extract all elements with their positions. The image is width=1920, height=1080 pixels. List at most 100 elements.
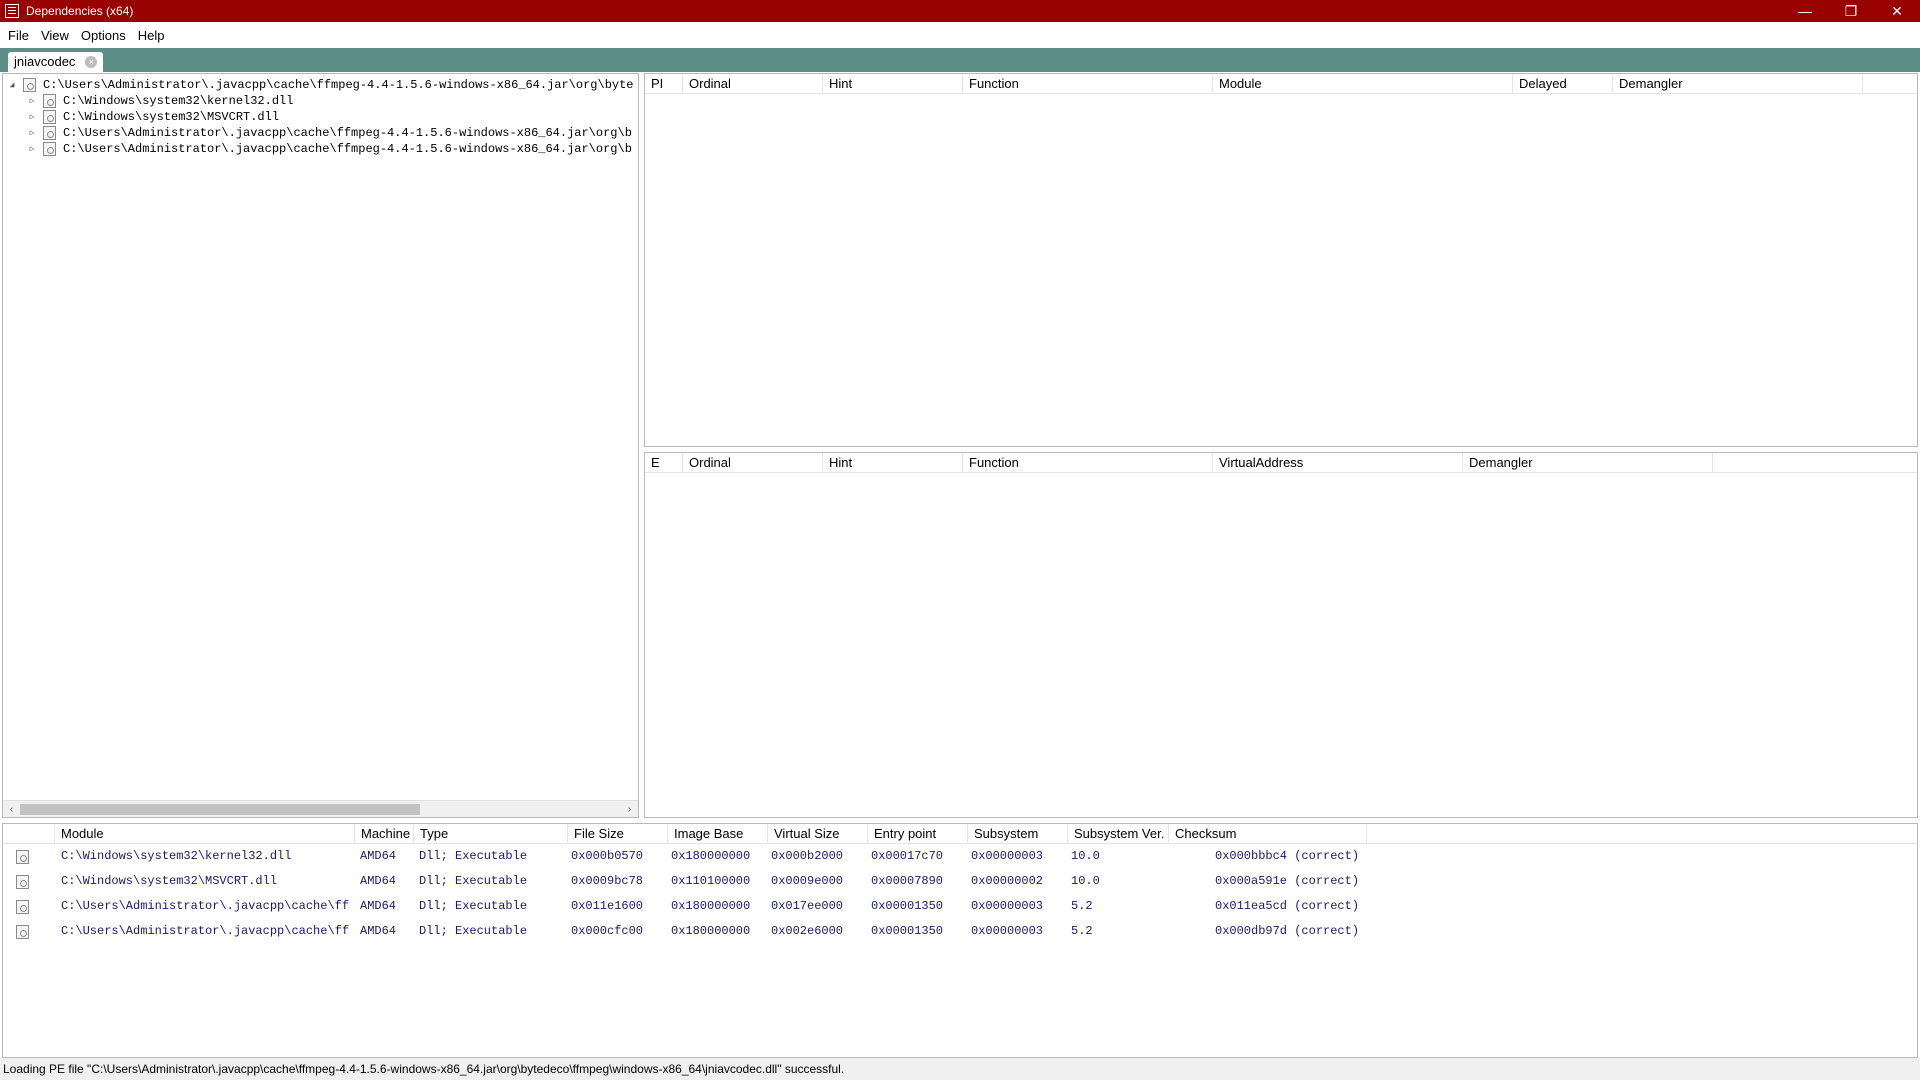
column-header[interactable]: Demangler <box>1463 453 1713 473</box>
column-header[interactable]: Function <box>963 453 1213 473</box>
column-header[interactable]: Subsystem Ver. <box>1068 824 1169 844</box>
modules-grid[interactable]: Module Machine Type File Size Image Base… <box>2 823 1918 1058</box>
minimize-button[interactable]: — <box>1782 0 1828 22</box>
dependency-tree[interactable]: ◢ C:\Users\Administrator\.javacpp\cache\… <box>2 73 639 818</box>
column-header[interactable]: File Size <box>568 824 668 844</box>
exports-grid[interactable]: E Ordinal Hint Function VirtualAddress D… <box>644 452 1918 818</box>
scrollbar-thumb[interactable] <box>20 804 420 815</box>
expand-arrow-icon[interactable]: ▷ <box>27 128 37 138</box>
column-header[interactable]: Type <box>414 824 568 844</box>
column-header[interactable]: Subsystem <box>968 824 1068 844</box>
cell-type: Dll; Executable <box>419 874 528 888</box>
menu-bar: File View Options Help <box>0 22 1920 48</box>
column-header[interactable]: Ordinal <box>683 453 823 473</box>
cell-virtual-size: 0x002e6000 <box>771 924 844 938</box>
column-header[interactable]: Hint <box>823 74 963 94</box>
column-header[interactable]: Module <box>55 824 355 844</box>
column-header[interactable]: Image Base <box>668 824 768 844</box>
title-bar: Dependencies (x64) — ❐ ✕ <box>0 0 1920 22</box>
cell-type: Dll; Executable <box>419 849 528 863</box>
cell-module: C:\Windows\system32\MSVCRT.dll <box>61 874 278 888</box>
column-header[interactable]: Hint <box>823 453 963 473</box>
app-icon <box>5 4 19 18</box>
cell-subsystem: 0x00000002 <box>971 874 1044 888</box>
tree-root[interactable]: ◢ C:\Users\Administrator\.javacpp\cache\… <box>7 77 634 93</box>
cell-checksum: 0x000a591e (correct) <box>1215 874 1360 888</box>
column-header[interactable]: Demangler <box>1613 74 1863 94</box>
cell-subsystem: 0x00000003 <box>971 899 1044 913</box>
column-header[interactable]: E <box>645 453 683 473</box>
cell-subsystem-ver: 10.0 <box>1071 874 1100 888</box>
menu-view[interactable]: View <box>35 28 75 43</box>
dll-file-icon <box>16 850 29 864</box>
tree-node[interactable]: ▷ C:\Windows\system32\kernel32.dll <box>27 93 293 109</box>
cell-image-base: 0x180000000 <box>671 899 751 913</box>
column-header[interactable]: Machine <box>355 824 414 844</box>
table-row[interactable]: C:\Windows\system32\MSVCRT.dll AMD64 Dll… <box>3 869 1917 894</box>
cell-file-size: 0x000cfc00 <box>571 924 644 938</box>
window-title: Dependencies (x64) <box>26 4 134 18</box>
menu-options[interactable]: Options <box>75 28 132 43</box>
tree-node-label: C:\Windows\system32\MSVCRT.dll <box>63 110 280 124</box>
column-header[interactable]: Ordinal <box>683 74 823 94</box>
scroll-right-icon[interactable]: › <box>621 801 638 817</box>
tab-close-icon[interactable]: × <box>85 56 98 68</box>
expand-arrow-icon[interactable]: ▷ <box>27 144 37 154</box>
horizontal-scrollbar[interactable]: ‹ › <box>3 800 638 817</box>
cell-checksum: 0x000bbbc4 (correct) <box>1215 849 1360 863</box>
expand-arrow-icon[interactable]: ▷ <box>27 112 37 122</box>
table-row[interactable]: C:\Users\Administrator\.javacpp\cache\ff… <box>3 919 1917 944</box>
column-header[interactable]: Virtual Size <box>768 824 868 844</box>
column-header[interactable]: Entry point <box>868 824 968 844</box>
tab-strip: jniavcodec × <box>0 48 1920 72</box>
status-bar: Loading PE file "C:\Users\Administrator\… <box>0 1058 1920 1080</box>
cell-file-size: 0x000b0570 <box>571 849 644 863</box>
tree-root-label: C:\Users\Administrator\.javacpp\cache\ff… <box>43 78 634 92</box>
tree-node[interactable]: ▷ C:\Users\Administrator\.javacpp\cache\… <box>27 125 632 141</box>
cell-virtual-size: 0x0009e000 <box>771 874 844 888</box>
cell-machine: AMD64 <box>360 899 397 913</box>
menu-file[interactable]: File <box>2 28 35 43</box>
modules-header: Module Machine Type File Size Image Base… <box>3 824 1917 844</box>
maximize-button[interactable]: ❐ <box>1828 0 1874 22</box>
cell-image-base: 0x110100000 <box>671 874 751 888</box>
cell-type: Dll; Executable <box>419 899 528 913</box>
cell-checksum: 0x011ea5cd (correct) <box>1215 899 1360 913</box>
dll-file-icon <box>43 110 56 124</box>
cell-image-base: 0x180000000 <box>671 924 751 938</box>
column-header[interactable]: Function <box>963 74 1213 94</box>
imports-grid[interactable]: PI Ordinal Hint Function Module Delayed … <box>644 73 1918 447</box>
cell-entry-point: 0x00007890 <box>871 874 944 888</box>
cell-image-base: 0x180000000 <box>671 849 751 863</box>
column-header[interactable]: Checksum <box>1169 824 1367 844</box>
cell-subsystem: 0x00000003 <box>971 924 1044 938</box>
cell-file-size: 0x011e1600 <box>571 899 644 913</box>
cell-subsystem-ver: 10.0 <box>1071 849 1100 863</box>
column-header[interactable]: PI <box>645 74 683 94</box>
column-header[interactable]: Module <box>1213 74 1513 94</box>
column-header[interactable]: Delayed <box>1513 74 1613 94</box>
cell-virtual-size: 0x017ee000 <box>771 899 844 913</box>
cell-module: C:\Users\Administrator\.javacpp\cache\ff <box>61 924 350 938</box>
table-row[interactable]: C:\Windows\system32\kernel32.dll AMD64 D… <box>3 844 1917 869</box>
scroll-left-icon[interactable]: ‹ <box>3 801 20 817</box>
collapse-arrow-icon[interactable]: ◢ <box>7 80 17 90</box>
tree-node-label: C:\Users\Administrator\.javacpp\cache\ff… <box>63 126 632 140</box>
table-row[interactable]: C:\Users\Administrator\.javacpp\cache\ff… <box>3 894 1917 919</box>
column-header[interactable]: VirtualAddress <box>1213 453 1463 473</box>
cell-entry-point: 0x00001350 <box>871 924 944 938</box>
tree-node[interactable]: ▷ C:\Users\Administrator\.javacpp\cache\… <box>27 141 632 157</box>
dll-file-icon <box>16 875 29 889</box>
dll-file-icon <box>16 925 29 939</box>
tab-label: jniavcodec <box>14 54 76 69</box>
cell-file-size: 0x0009bc78 <box>571 874 644 888</box>
cell-module: C:\Windows\system32\kernel32.dll <box>61 849 292 863</box>
cell-machine: AMD64 <box>360 874 397 888</box>
tree-node[interactable]: ▷ C:\Windows\system32\MSVCRT.dll <box>27 109 279 125</box>
menu-help[interactable]: Help <box>132 28 171 43</box>
close-button[interactable]: ✕ <box>1874 0 1920 22</box>
tab-jniavcodec[interactable]: jniavcodec × <box>8 52 104 72</box>
dll-file-icon <box>43 126 56 140</box>
cell-entry-point: 0x00001350 <box>871 899 944 913</box>
expand-arrow-icon[interactable]: ▷ <box>27 96 37 106</box>
